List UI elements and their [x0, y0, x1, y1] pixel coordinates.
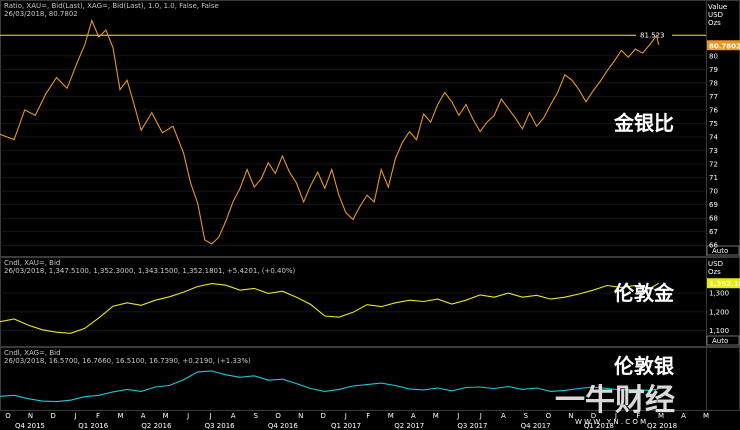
- auto-badge-label-1: Auto: [712, 337, 728, 345]
- last-value-label-1: 1,352.18: [709, 280, 740, 288]
- x-quarter-label-8: Q4 2017: [521, 422, 551, 430]
- y-tick-label-0-14: 80: [709, 52, 718, 60]
- x-month-label-5: M: [118, 412, 124, 420]
- watermark-url: W W W . Y N . C O M: [575, 418, 646, 426]
- y-tick-label-1-2: 1,300: [709, 290, 729, 298]
- y-tick-label-0-11: 77: [709, 93, 718, 101]
- x-month-label-7: M: [163, 412, 169, 420]
- chart-canvas: Ratio, XAU=, Bid(Last), XAG=, Bid(Last),…: [0, 0, 740, 430]
- x-quarter-label-3: Q3 2016: [205, 422, 236, 430]
- x-month-label-9: J: [209, 412, 212, 420]
- y-tick-label-1-0: 1,100: [709, 327, 729, 335]
- annotation-0: 金银比: [613, 111, 674, 135]
- axis-unit-1-1: Ozs: [708, 268, 721, 276]
- panel-header-title-1: Cndl, XAU=, Bid: [4, 259, 60, 267]
- x-month-label-6: A: [141, 412, 146, 420]
- x-month-label-1: N: [28, 412, 33, 420]
- x-month-label-12: O: [275, 412, 281, 420]
- panel-header-values-0: 26/03/2018, 80.7802: [4, 10, 78, 18]
- y-tick-label-0-5: 71: [709, 174, 718, 182]
- ref-label-0: 81.523: [640, 32, 665, 40]
- y-tick-label-0-2: 68: [709, 215, 718, 223]
- x-quarter-label-1: Q1 2016: [78, 422, 109, 430]
- series-line-0: [0, 18, 660, 245]
- x-month-label-14: D: [321, 412, 326, 420]
- x-month-label-18: A: [411, 412, 416, 420]
- y-tick-label-0-3: 69: [709, 201, 718, 209]
- x-month-label-19: M: [433, 412, 439, 420]
- x-month-label-8: J: [186, 412, 189, 420]
- panel-header-values-1: 26/03/2018, 1,347.5100, 1,352.3000, 1,34…: [4, 267, 296, 275]
- x-month-label-24: O: [546, 412, 552, 420]
- panel-header-title-2: Cndl, XAG=, Bid: [4, 349, 61, 357]
- axis-unit-0-1: USD: [708, 11, 723, 19]
- y-tick-label-0-12: 78: [709, 79, 718, 87]
- y-tick-label-0-4: 70: [709, 188, 718, 196]
- x-quarter-label-2: Q2 2016: [141, 422, 172, 430]
- auto-badge-label-0: Auto: [712, 247, 728, 255]
- x-quarter-label-4: Q4 2016: [268, 422, 299, 430]
- x-month-label-22: A: [501, 412, 506, 420]
- x-month-label-3: J: [74, 412, 77, 420]
- x-month-label-23: S: [524, 412, 529, 420]
- y-tick-label-0-6: 72: [709, 161, 718, 169]
- x-month-label-30: A: [681, 412, 686, 420]
- x-quarter-label-0: Q4 2015: [15, 422, 45, 430]
- x-quarter-label-6: Q2 2017: [394, 422, 424, 430]
- x-quarter-label-10: Q2 2018: [647, 422, 677, 430]
- last-value-label-0: 80.7802: [709, 42, 740, 50]
- y-tick-label-0-1: 67: [709, 228, 718, 236]
- x-month-label-17: M: [388, 412, 394, 420]
- x-month-label-0: O: [5, 412, 11, 420]
- x-month-label-2: D: [50, 412, 55, 420]
- x-month-label-10: A: [231, 412, 236, 420]
- y-tick-label-1-1: 1,200: [709, 308, 729, 316]
- y-tick-label-0-7: 73: [709, 147, 718, 155]
- x-month-label-11: S: [253, 412, 258, 420]
- panel-header-title-0: Ratio, XAU=, Bid(Last), XAG=, Bid(Last),…: [4, 2, 219, 10]
- x-quarter-label-5: Q1 2017: [331, 422, 361, 430]
- axis-unit-0-0: Value: [708, 3, 727, 11]
- axis-unit-0-2: Ozs: [708, 19, 721, 27]
- axis-unit-1-0: USD: [708, 260, 723, 268]
- x-month-label-15: J: [344, 412, 347, 420]
- y-tick-label-0-10: 76: [709, 106, 718, 114]
- watermark-title: 一牛财经: [555, 383, 675, 418]
- x-month-label-16: F: [366, 412, 370, 420]
- panel-header-values-2: 26/03/2018, 16.5700, 16.7660, 16.5100, 1…: [4, 357, 251, 365]
- x-month-label-21: J: [479, 412, 482, 420]
- x-quarter-label-7: Q3 2017: [457, 422, 487, 430]
- annotation-1: 伦敦金: [614, 281, 675, 305]
- y-tick-label-0-8: 74: [709, 134, 718, 142]
- x-month-label-4: F: [96, 412, 100, 420]
- series-line-1: [0, 282, 659, 334]
- x-month-label-13: N: [298, 412, 303, 420]
- annotation-2: 伦敦银: [614, 354, 675, 378]
- y-tick-label-0-9: 75: [709, 120, 718, 128]
- x-month-label-20: J: [456, 412, 459, 420]
- x-month-label-31: M: [703, 412, 709, 420]
- y-tick-label-0-13: 79: [709, 66, 718, 74]
